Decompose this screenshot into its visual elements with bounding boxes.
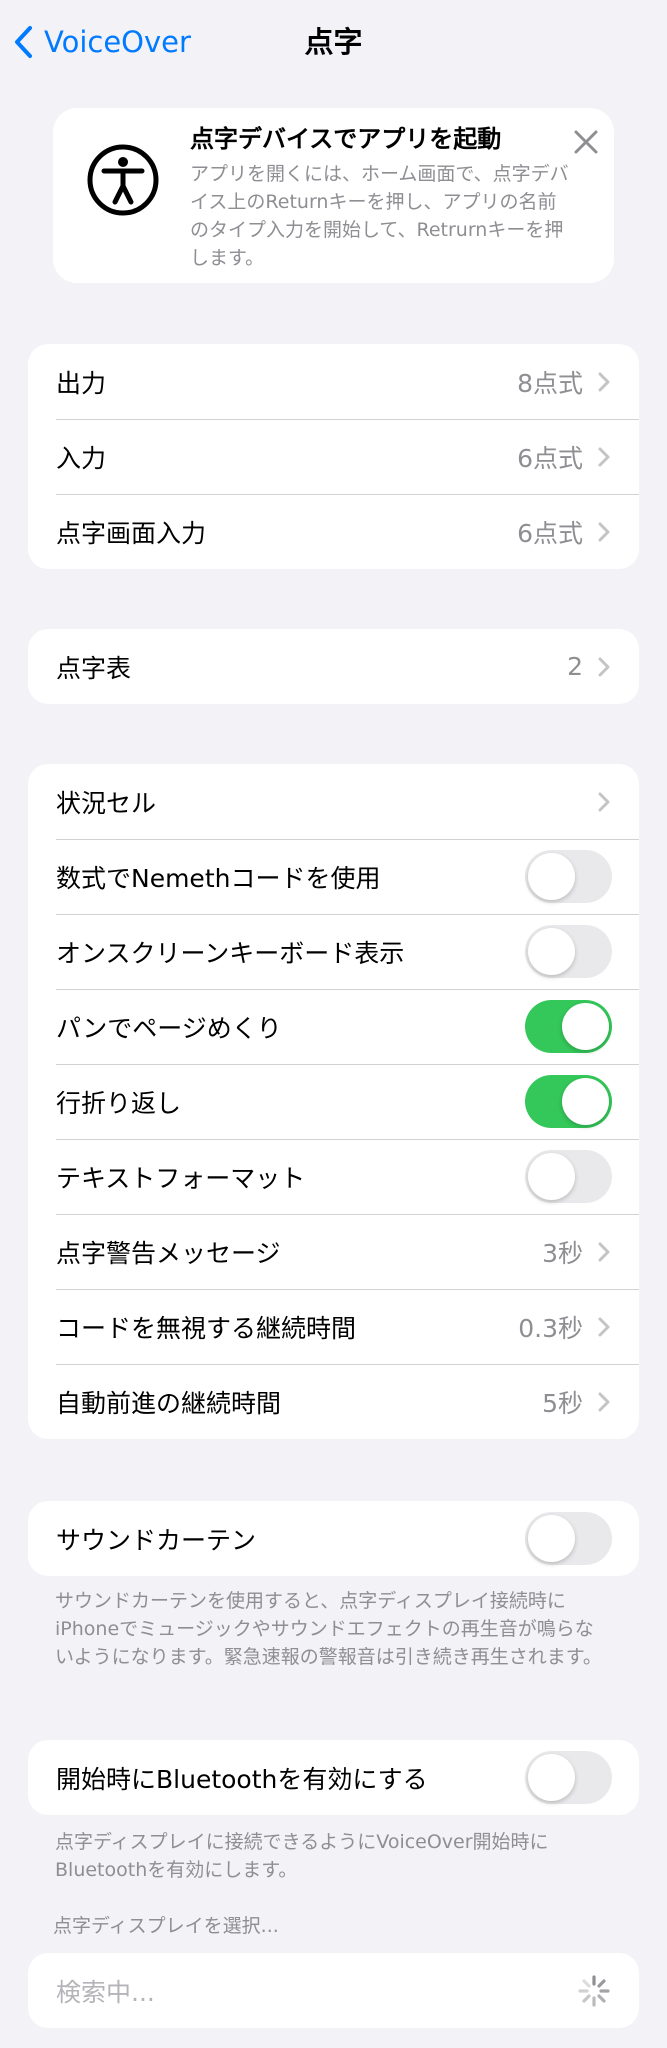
input-label: 入力 — [56, 443, 107, 473]
display-select-group: 検索中... — [28, 1953, 639, 2028]
toggle-knob — [528, 1153, 575, 1200]
spinner-icon — [578, 1974, 610, 2007]
pan-page-label: パンでページめくり — [56, 1013, 282, 1043]
output-value: 8点式 — [517, 368, 583, 398]
alert-messages-label: 点字警告メッセージ — [56, 1238, 281, 1268]
word-wrap-row: 行折り返し — [28, 1064, 639, 1139]
word-wrap-toggle[interactable] — [525, 1075, 612, 1128]
braille-table-value: 2 — [567, 652, 583, 681]
chevron-right-icon — [598, 657, 610, 676]
sound-curtain-footer: サウンドカーテンを使用すると、点字ディスプレイ接続時にiPhoneでミュージック… — [55, 1590, 602, 1668]
input-row[interactable]: 入力 6点式 — [28, 419, 639, 494]
onscreen-keyboard-row: オンスクリーンキーボード表示 — [28, 914, 639, 989]
screen-input-value: 6点式 — [517, 518, 583, 548]
status-cell-row[interactable]: 状況セル — [28, 764, 639, 839]
screen-input-label: 点字画面入力 — [56, 518, 207, 548]
output-label: 出力 — [56, 368, 107, 398]
braille-io-group: 出力 8点式 入力 6点式 点字画面入力 6点式 — [28, 344, 639, 569]
toggle-knob — [528, 1515, 575, 1562]
display-select-header: 点字ディスプレイを選択... — [53, 1915, 279, 1937]
sound-curtain-toggle[interactable] — [525, 1512, 612, 1565]
tip-title: 点字デバイスでアプリを起動 — [190, 125, 502, 153]
braille-table-row[interactable]: 点字表 2 — [28, 629, 639, 704]
chevron-right-icon — [598, 447, 610, 466]
pan-page-row: パンでページめくり — [28, 989, 639, 1064]
chevron-right-icon — [598, 1242, 610, 1261]
braille-table-group: 点字表 2 — [28, 629, 639, 704]
chevron-right-icon — [598, 372, 610, 391]
bluetooth-footer: 点字ディスプレイに接続できるようにVoiceOver開始時にBluetoothを… — [55, 1831, 549, 1881]
page-title: 点字 — [304, 25, 363, 59]
sound-curtain-label: サウンドカーテン — [56, 1525, 257, 1555]
chevron-right-icon — [598, 1392, 610, 1411]
nemeth-toggle[interactable] — [525, 850, 612, 903]
accessibility-icon — [87, 144, 159, 216]
chevron-right-icon — [598, 792, 610, 811]
nemeth-row: 数式でNemethコードを使用 — [28, 839, 639, 914]
toggle-knob — [528, 1754, 575, 1801]
chevron-right-icon — [598, 522, 610, 541]
toggle-knob — [528, 853, 575, 900]
auto-advance-value: 5秒 — [542, 1388, 583, 1418]
tip-card: 点字デバイスでアプリを起動 アプリを開くには、ホーム画面で、点字デバイス上のRe… — [53, 108, 614, 283]
status-cell-label: 状況セル — [56, 788, 157, 818]
toggle-knob — [562, 1078, 609, 1125]
bluetooth-label: 開始時にBluetoothを有効にする — [56, 1764, 428, 1794]
pan-page-toggle[interactable] — [525, 1000, 612, 1053]
ignore-chord-label: コードを無視する継続時間 — [56, 1313, 357, 1343]
sound-curtain-group: サウンドカーテン — [28, 1501, 639, 1576]
screen-input-row[interactable]: 点字画面入力 6点式 — [28, 494, 639, 569]
tip-body: アプリを開くには、ホーム画面で、点字デバイス上のReturnキーを押し、アプリの… — [190, 163, 569, 269]
auto-advance-label: 自動前進の継続時間 — [56, 1388, 282, 1418]
toggle-knob — [562, 1003, 609, 1050]
braille-table-label: 点字表 — [56, 653, 132, 683]
bluetooth-toggle[interactable] — [525, 1751, 612, 1804]
ignore-chord-row[interactable]: コードを無視する継続時間 0.3秒 — [28, 1289, 639, 1364]
onscreen-keyboard-toggle[interactable] — [525, 925, 612, 978]
bluetooth-group: 開始時にBluetoothを有効にする — [28, 1740, 639, 1815]
navigation-bar: VoiceOver 点字 — [0, 0, 667, 82]
word-wrap-label: 行折り返し — [56, 1088, 182, 1118]
alert-messages-value: 3秒 — [542, 1238, 583, 1268]
sound-curtain-row: サウンドカーテン — [28, 1501, 639, 1576]
text-format-label: テキストフォーマット — [56, 1163, 306, 1193]
text-format-toggle[interactable] — [525, 1150, 612, 1203]
nemeth-label: 数式でNemethコードを使用 — [56, 863, 381, 893]
braille-options-group: 状況セル 数式でNemethコードを使用 オンスクリーンキーボード表示 パンでペ… — [28, 764, 639, 1439]
ignore-chord-value: 0.3秒 — [518, 1313, 583, 1343]
alert-messages-row[interactable]: 点字警告メッセージ 3秒 — [28, 1214, 639, 1289]
close-icon[interactable] — [566, 122, 606, 162]
auto-advance-row[interactable]: 自動前進の継続時間 5秒 — [28, 1364, 639, 1439]
onscreen-keyboard-label: オンスクリーンキーボード表示 — [56, 938, 405, 968]
searching-row: 検索中... — [28, 1953, 639, 2028]
text-format-row: テキストフォーマット — [28, 1139, 639, 1214]
toggle-knob — [528, 928, 575, 975]
chevron-right-icon — [598, 1317, 610, 1336]
bluetooth-row: 開始時にBluetoothを有効にする — [28, 1740, 639, 1815]
input-value: 6点式 — [517, 443, 583, 473]
searching-label: 検索中... — [56, 1977, 155, 2007]
output-row[interactable]: 出力 8点式 — [28, 344, 639, 419]
